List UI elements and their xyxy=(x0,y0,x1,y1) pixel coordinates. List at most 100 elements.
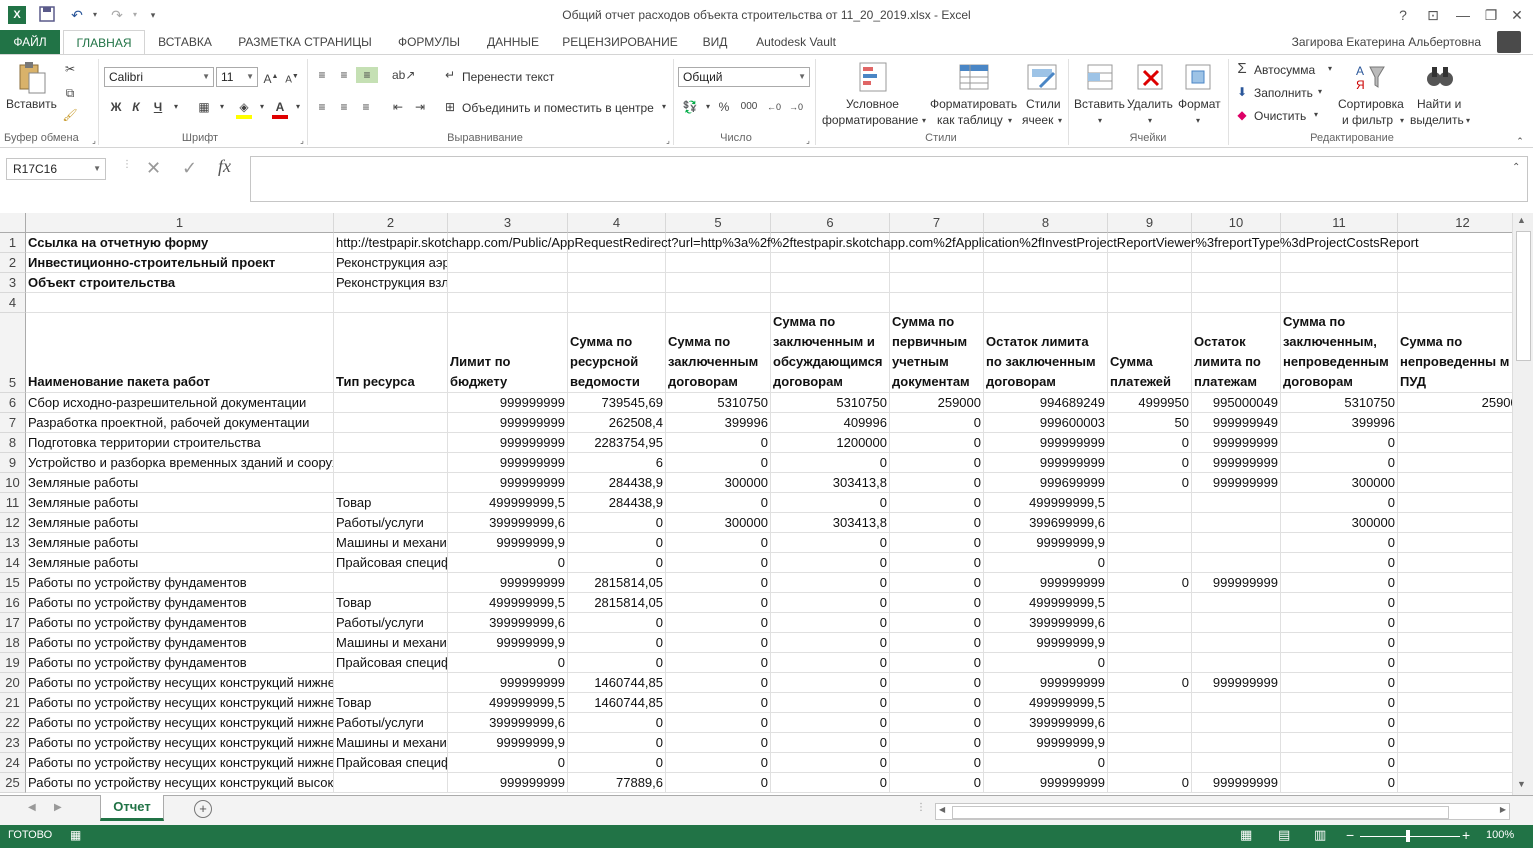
align-middle-icon[interactable]: ≡ xyxy=(336,67,352,83)
table-cell[interactable]: 0 xyxy=(1281,653,1398,673)
horizontal-scrollbar[interactable]: ◀ ▶ xyxy=(935,803,1510,820)
table-cell[interactable]: 0 xyxy=(890,433,984,453)
table-cell[interactable]: 994689249 xyxy=(984,393,1108,413)
table-cell[interactable] xyxy=(1192,633,1281,653)
table-cell[interactable]: 0 xyxy=(666,533,771,553)
wrap-text-button[interactable]: Перенести текст xyxy=(462,70,554,84)
find-select-icon[interactable] xyxy=(1424,61,1456,93)
paste-icon[interactable] xyxy=(16,61,48,94)
table-header-cell[interactable]: Лимит по бюджету xyxy=(448,313,568,393)
table-cell[interactable] xyxy=(890,293,984,313)
table-cell[interactable]: 0 xyxy=(1398,493,1512,513)
find-select-label-1[interactable]: Найти и xyxy=(1417,97,1461,111)
table-cell[interactable]: 0 xyxy=(666,713,771,733)
sheet-tab[interactable]: Отчет xyxy=(100,795,164,821)
table-cell[interactable]: 399999999,6 xyxy=(448,513,568,533)
table-cell[interactable]: 0 xyxy=(771,653,890,673)
table-cell[interactable]: 399999999,6 xyxy=(448,713,568,733)
row-header[interactable]: 19 xyxy=(0,653,26,673)
table-cell[interactable]: 0 xyxy=(1398,713,1512,733)
table-cell[interactable] xyxy=(334,773,448,793)
table-cell[interactable]: Машины и механизмы xyxy=(334,633,448,653)
table-cell[interactable]: 0 xyxy=(1108,773,1192,793)
fill-button[interactable]: Заполнить xyxy=(1254,86,1313,100)
autosum-dropdown-icon[interactable]: ▾ xyxy=(1322,61,1338,77)
italic-button[interactable]: К xyxy=(128,99,144,115)
table-cell[interactable]: 999999949 xyxy=(1192,413,1281,433)
table-cell[interactable] xyxy=(1192,513,1281,533)
table-cell[interactable] xyxy=(771,293,890,313)
accounting-dropdown-icon[interactable]: ▾ xyxy=(700,99,716,115)
table-cell[interactable]: 0 xyxy=(568,753,666,773)
table-cell[interactable] xyxy=(568,293,666,313)
table-cell[interactable]: Работы по устройству фундаментов xyxy=(26,593,334,613)
table-cell[interactable]: 399999999,6 xyxy=(448,613,568,633)
zoom-level[interactable]: 100% xyxy=(1486,829,1514,841)
table-cell[interactable]: 303413,8 xyxy=(771,473,890,493)
table-cell[interactable] xyxy=(1192,653,1281,673)
tab-view[interactable]: ВИД xyxy=(692,30,738,54)
spreadsheet-grid[interactable]: 1 2 3 4 5 6 7 8 9 10 11 12 1 Ссылка на отчетную форму… xyxy=(0,213,1512,795)
table-cell[interactable]: 999999999 xyxy=(1192,773,1281,793)
font-color-icon[interactable]: A xyxy=(272,99,288,119)
table-cell[interactable]: Устройство и разборка временных зданий и… xyxy=(26,453,334,473)
underline-dropdown-icon[interactable]: ▾ xyxy=(168,99,184,115)
zoom-slider[interactable] xyxy=(1360,836,1460,837)
comma-style-button[interactable]: 000 xyxy=(738,99,760,115)
table-cell[interactable]: Разработка проектной, рабочей документац… xyxy=(26,413,334,433)
ribbon-display-icon[interactable]: ⊡ xyxy=(1418,4,1448,26)
align-right-icon[interactable]: ≡ xyxy=(358,99,374,115)
row-header[interactable]: 15 xyxy=(0,573,26,593)
sheet-next-icon[interactable]: ▶ xyxy=(54,802,62,813)
table-cell[interactable]: Ссылка на отчетную форму xyxy=(26,233,334,253)
normal-view-icon[interactable]: ▦ xyxy=(1240,827,1252,843)
table-cell[interactable]: 0 xyxy=(1108,573,1192,593)
zoom-slider-thumb[interactable] xyxy=(1406,830,1410,842)
row-header[interactable]: 7 xyxy=(0,413,26,433)
tab-autodesk-vault[interactable]: Autodesk Vault xyxy=(746,30,846,54)
column-header[interactable]: 10 xyxy=(1192,213,1281,233)
table-cell[interactable]: 284438,9 xyxy=(568,493,666,513)
formula-input[interactable] xyxy=(250,156,1528,202)
merge-dropdown-icon[interactable]: ▾ xyxy=(656,99,672,115)
table-cell[interactable]: 0 xyxy=(771,493,890,513)
table-cell[interactable]: 0 xyxy=(1281,433,1398,453)
table-cell[interactable]: Реконструкция аэропорта Баландино xyxy=(334,253,448,273)
table-cell[interactable] xyxy=(1108,493,1192,513)
table-cell[interactable] xyxy=(1108,593,1192,613)
table-cell[interactable] xyxy=(1192,713,1281,733)
conditional-formatting-label-2[interactable]: форматирование xyxy=(822,113,918,127)
table-cell[interactable]: 499999999,5 xyxy=(448,593,568,613)
scroll-up-icon[interactable]: ▲ xyxy=(1517,215,1526,225)
table-cell[interactable]: 0 xyxy=(1281,613,1398,633)
table-cell[interactable]: 499999999,5 xyxy=(984,593,1108,613)
table-cell[interactable]: 0 xyxy=(1398,473,1512,493)
tab-file[interactable]: ФАЙЛ xyxy=(0,30,60,54)
table-cell[interactable] xyxy=(1108,653,1192,673)
table-cell[interactable]: 303413,8 xyxy=(771,513,890,533)
scroll-left-icon[interactable]: ◀ xyxy=(939,805,945,814)
grow-font-icon[interactable]: A▲ xyxy=(263,69,279,86)
table-cell[interactable]: 0 xyxy=(771,593,890,613)
table-cell[interactable] xyxy=(1398,253,1512,273)
row-header[interactable]: 4 xyxy=(0,293,26,313)
shrink-font-icon[interactable]: A▼ xyxy=(284,69,300,85)
table-cell[interactable]: Работы по устройству несущих конструкций… xyxy=(26,693,334,713)
row-header[interactable]: 9 xyxy=(0,453,26,473)
row-header[interactable]: 25 xyxy=(0,773,26,793)
tab-splitter-icon[interactable]: ⋮ xyxy=(916,802,926,813)
table-cell[interactable]: 0 xyxy=(771,573,890,593)
table-cell[interactable]: 0 xyxy=(1281,453,1398,473)
table-cell[interactable]: 739545,69 xyxy=(568,393,666,413)
table-cell[interactable]: Работы по устройству фундаментов xyxy=(26,633,334,653)
table-cell[interactable]: Земляные работы xyxy=(26,533,334,553)
table-cell[interactable]: 0 xyxy=(666,573,771,593)
table-cell[interactable] xyxy=(334,413,448,433)
table-cell[interactable]: 0 xyxy=(771,733,890,753)
table-cell[interactable]: 0 xyxy=(568,713,666,733)
table-cell[interactable] xyxy=(1281,293,1398,313)
vertical-scrollbar[interactable]: ▲ ▼ xyxy=(1512,213,1533,795)
table-cell[interactable]: 0 xyxy=(890,773,984,793)
table-cell[interactable] xyxy=(1108,533,1192,553)
delete-cells-button[interactable]: Удалить xyxy=(1127,97,1173,111)
